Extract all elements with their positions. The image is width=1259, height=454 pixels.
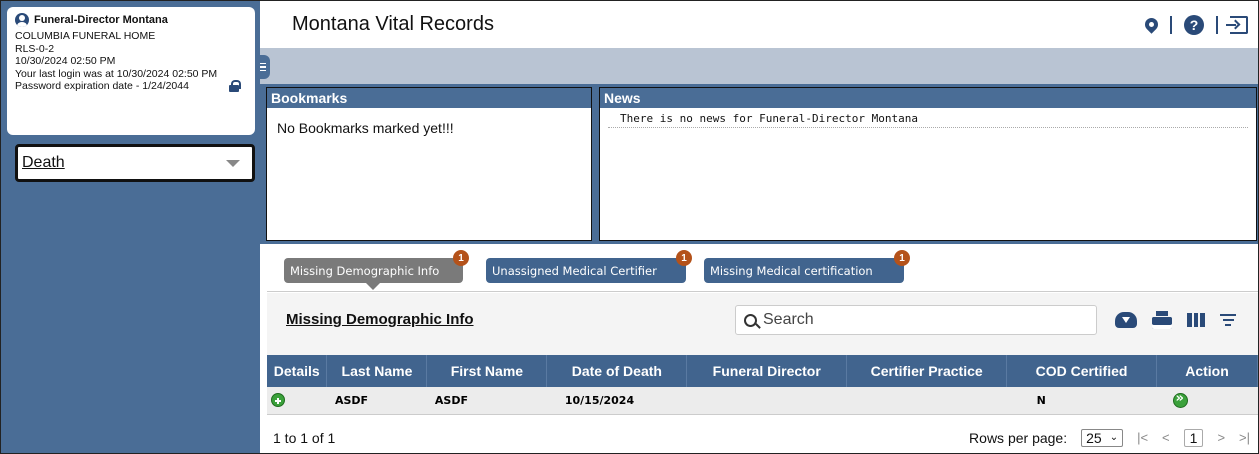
expand-details-icon[interactable] — [271, 393, 285, 408]
rows-per-page-select[interactable]: 25 ⌄ — [1081, 428, 1124, 447]
count-badge: 1 — [676, 250, 692, 266]
cell-certifier-practice — [846, 387, 1007, 415]
count-badge: 1 — [453, 250, 469, 266]
bookmarks-title: Bookmarks — [267, 88, 591, 108]
tab-label: Missing Medical certification — [710, 263, 873, 278]
tab-missing-medical-certification[interactable]: Missing Medical certification 1 — [704, 250, 910, 283]
tab-label: Missing Demographic Info — [290, 263, 440, 278]
cell-last-name: ASDF — [326, 387, 427, 415]
go-action-icon[interactable] — [1172, 391, 1188, 408]
bookmarks-message: No Bookmarks marked yet!!! — [277, 120, 454, 136]
column-header[interactable]: First Name — [426, 355, 548, 387]
column-header[interactable]: Funeral Director — [686, 355, 848, 387]
page-number[interactable]: 1 — [1183, 428, 1204, 447]
help-icon[interactable]: ? — [1184, 14, 1204, 35]
rows-per-page-label: Rows per page: — [969, 429, 1068, 446]
toolbar-band — [260, 48, 1258, 84]
search-box[interactable] — [735, 305, 1097, 335]
worklist-tabs: Missing Demographic Info 1 Unassigned Me… — [267, 244, 1258, 292]
first-page-icon[interactable]: |< — [1137, 430, 1148, 445]
password-expiration: Password expiration date - 1/24/2044 — [15, 80, 189, 92]
prev-page-icon[interactable]: < — [1162, 430, 1170, 445]
search-input[interactable] — [763, 311, 1063, 329]
count-badge: 1 — [894, 250, 910, 266]
user-name: Funeral-Director Montana — [34, 14, 168, 26]
divider — [1216, 15, 1218, 34]
user-org: COLUMBIA FUNERAL HOME — [15, 30, 156, 42]
column-header[interactable]: COD Certified — [1006, 355, 1158, 387]
module-select-value: Death — [22, 154, 65, 171]
grid-title: Missing Demographic Info — [286, 311, 474, 328]
active-tab-pointer — [366, 283, 380, 290]
column-header[interactable]: Details — [267, 355, 328, 387]
chevron-down-icon — [226, 159, 240, 167]
chevron-down-icon: ⌄ — [1109, 432, 1119, 443]
cell-first-name: ASDF — [426, 387, 547, 415]
grid-footer: 1 to 1 of 1 Rows per page: 25 ⌄ |< < 1 >… — [267, 422, 1258, 453]
column-header[interactable]: Date of Death — [546, 355, 688, 387]
table-row: ASDF ASDF 10/15/2024 N — [267, 387, 1258, 415]
next-page-icon[interactable]: > — [1217, 430, 1225, 445]
record-count: 1 to 1 of 1 — [273, 429, 336, 446]
sidebar-toggle-icon[interactable] — [257, 55, 270, 79]
divider — [1170, 15, 1172, 34]
module-select[interactable]: Death — [15, 144, 255, 182]
user-timestamp: 10/30/2024 02:50 PM — [15, 55, 116, 67]
user-info-card: Funeral-Director Montana COLUMBIA FUNERA… — [7, 7, 255, 135]
columns-icon[interactable] — [1187, 313, 1206, 327]
search-icon — [744, 313, 757, 327]
pagination: Rows per page: 25 ⌄ |< < 1 > >| — [969, 428, 1250, 447]
news-message: There is no news for Funeral-Director Mo… — [608, 112, 1248, 128]
news-panel: News There is no news for Funeral-Direct… — [599, 87, 1257, 241]
cell-cod-certified: N — [1006, 387, 1157, 415]
user-code: RLS-0-2 — [15, 42, 55, 55]
tab-label: Unassigned Medical Certifier — [492, 263, 657, 278]
records-table: Details Last Name First Name Date of Dea… — [267, 355, 1258, 415]
bookmarks-panel: Bookmarks No Bookmarks marked yet!!! — [266, 87, 592, 241]
tab-unassigned-medical-certifier[interactable]: Unassigned Medical Certifier 1 — [486, 250, 692, 283]
user-icon — [15, 13, 29, 27]
column-header[interactable]: Last Name — [326, 355, 428, 387]
last-page-icon[interactable]: >| — [1239, 430, 1250, 445]
filter-icon[interactable] — [1220, 314, 1236, 326]
cell-funeral-director — [686, 387, 847, 415]
page-title: Montana Vital Records — [292, 13, 494, 35]
last-login: Your last login was at 10/30/2024 02:50 … — [15, 67, 218, 80]
location-pin-icon[interactable] — [1142, 15, 1161, 34]
column-header[interactable]: Certifier Practice — [846, 355, 1008, 387]
print-icon[interactable] — [1152, 311, 1172, 329]
top-header: Montana Vital Records ? — [260, 1, 1258, 48]
sidebar: Funeral-Director Montana COLUMBIA FUNERA… — [1, 1, 260, 453]
tab-missing-demographic-info[interactable]: Missing Demographic Info 1 — [284, 250, 469, 290]
news-title: News — [600, 88, 1256, 108]
lock-icon[interactable] — [229, 80, 241, 93]
download-icon[interactable] — [1115, 312, 1137, 328]
cell-date-of-death: 10/15/2024 — [546, 387, 687, 415]
rows-per-page-value: 25 — [1086, 429, 1102, 446]
table-header-row: Details Last Name First Name Date of Dea… — [267, 355, 1258, 387]
logout-icon[interactable] — [1226, 15, 1248, 34]
column-header[interactable]: Action — [1156, 355, 1258, 387]
grid-toolbar: Missing Demographic Info — [267, 293, 1258, 355]
